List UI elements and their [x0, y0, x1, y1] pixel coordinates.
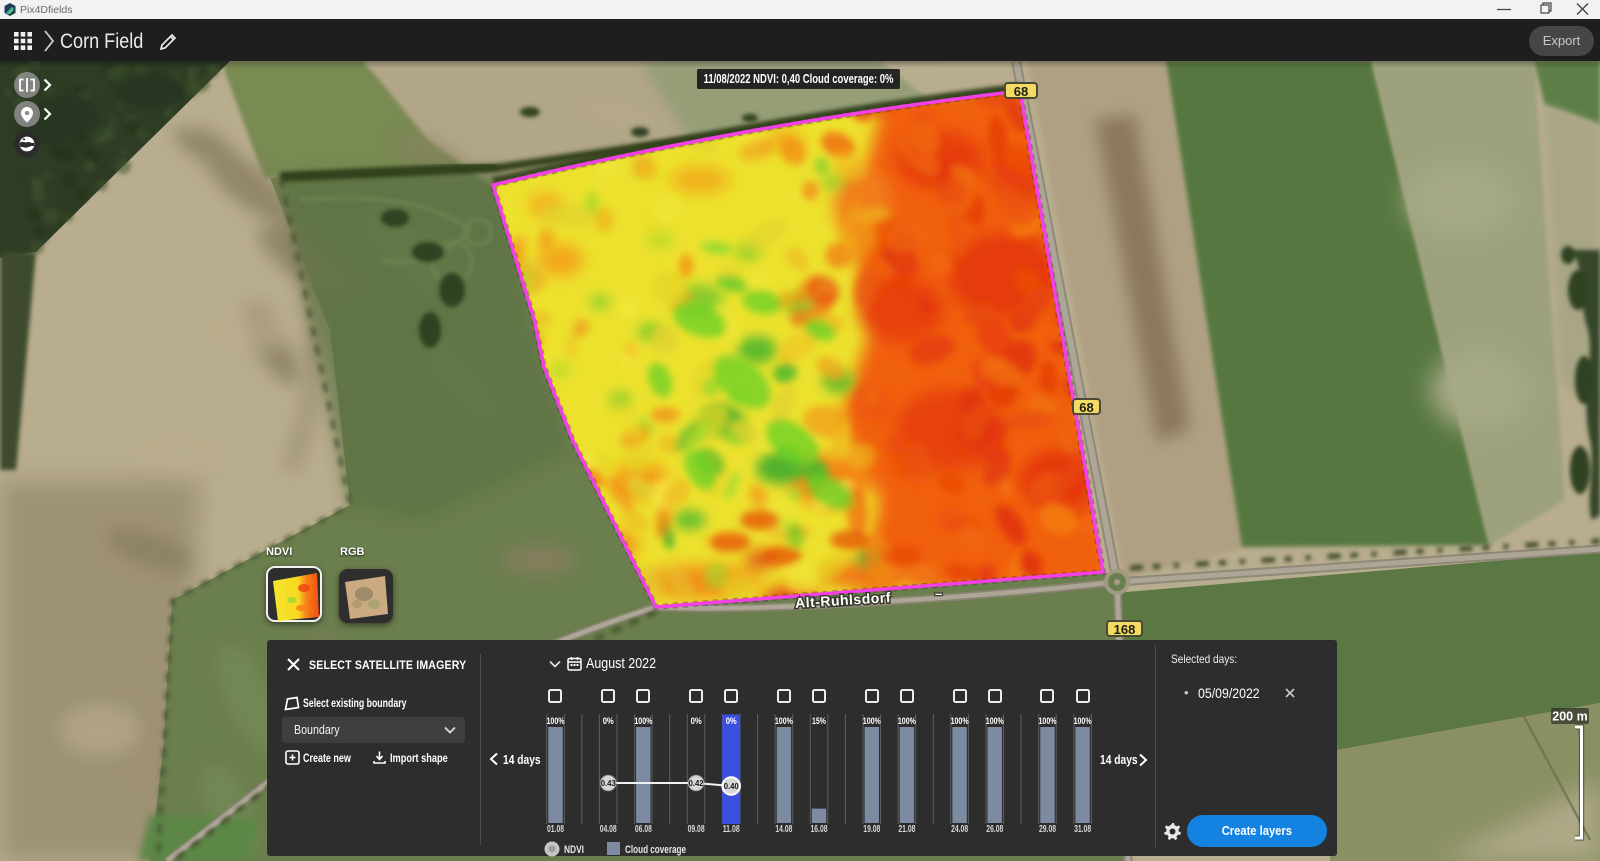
svg-text:16.08: 16.08 — [811, 824, 828, 835]
svg-text:0%: 0% — [603, 716, 614, 726]
svg-text:100%: 100% — [1039, 716, 1057, 726]
svg-text:0%: 0% — [726, 716, 737, 726]
svg-text:100%: 100% — [986, 716, 1004, 726]
svg-text:100%: 100% — [634, 716, 652, 726]
svg-text:15%: 15% — [812, 716, 826, 726]
svg-text:0.42: 0.42 — [689, 779, 705, 788]
svg-text:24.08: 24.08 — [951, 824, 968, 835]
svg-text:04.08: 04.08 — [600, 824, 617, 835]
svg-text:100%: 100% — [951, 716, 969, 726]
svg-text:31.08: 31.08 — [1074, 824, 1091, 835]
svg-text:100%: 100% — [775, 716, 793, 726]
svg-text:NDVI: NDVI — [564, 844, 584, 856]
svg-text:29.08: 29.08 — [1039, 824, 1056, 835]
svg-text:0.43: 0.43 — [601, 779, 617, 788]
svg-text:0%: 0% — [691, 716, 702, 726]
svg-text:100%: 100% — [547, 716, 565, 726]
svg-text:100%: 100% — [898, 716, 916, 726]
svg-text:09.08: 09.08 — [688, 824, 705, 835]
svg-text:21.08: 21.08 — [898, 824, 915, 835]
svg-text:14.08: 14.08 — [775, 824, 792, 835]
svg-text:11.08: 11.08 — [723, 824, 740, 835]
svg-text:01.08: 01.08 — [547, 824, 564, 835]
svg-text:100%: 100% — [1074, 716, 1092, 726]
svg-text:Cloud coverage: Cloud coverage — [625, 844, 686, 856]
svg-text:100%: 100% — [863, 716, 881, 726]
svg-text:19.08: 19.08 — [863, 824, 880, 835]
svg-text:06.08: 06.08 — [635, 824, 652, 835]
svg-text:26.08: 26.08 — [986, 824, 1003, 835]
svg-text:0.40: 0.40 — [724, 782, 740, 791]
